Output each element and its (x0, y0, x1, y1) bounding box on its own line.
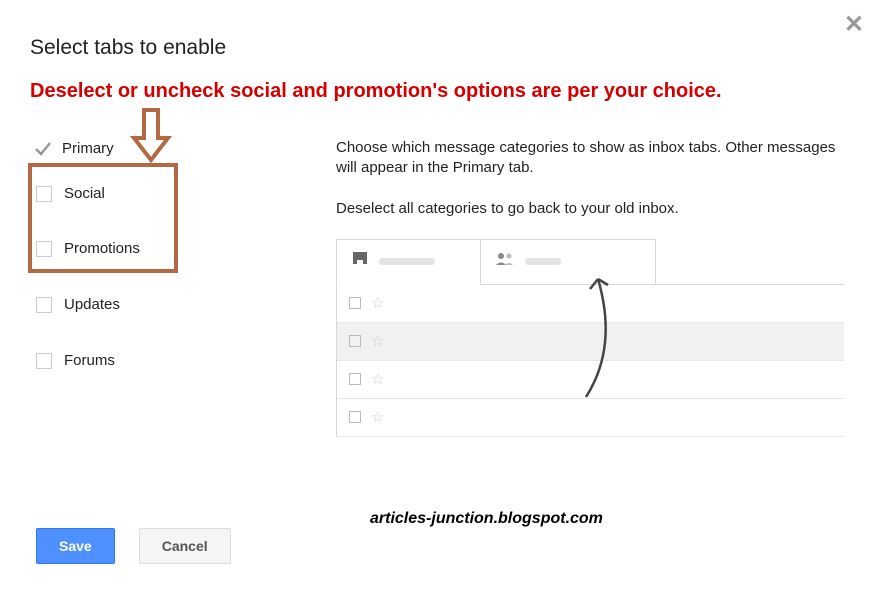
star-icon: ☆ (371, 294, 384, 312)
checkbox-updates[interactable] (36, 297, 52, 313)
inbox-icon (351, 250, 369, 273)
checkbox-icon (349, 411, 361, 423)
tab-label: Promotions (64, 240, 140, 257)
tab-option-forums[interactable]: Forums (36, 352, 115, 369)
tab-option-promotions[interactable]: Promotions (36, 240, 140, 257)
checkbox-promotions[interactable] (36, 241, 52, 257)
star-icon: ☆ (371, 370, 384, 388)
tab-option-social[interactable]: Social (36, 185, 105, 202)
tab-label: Social (64, 185, 105, 202)
people-icon (495, 251, 515, 272)
cancel-button[interactable]: Cancel (139, 528, 231, 564)
preview-tab-secondary (481, 239, 656, 285)
placeholder-line (379, 258, 435, 265)
preview-row: ☆ (337, 285, 844, 323)
checkmark-icon (36, 142, 50, 156)
preview-tab-primary (336, 239, 481, 285)
watermark-text: articles-junction.blogspot.com (370, 510, 603, 528)
checkbox-icon (349, 335, 361, 347)
checkbox-social[interactable] (36, 186, 52, 202)
tab-label: Updates (64, 296, 120, 313)
tab-option-updates[interactable]: Updates (36, 296, 120, 313)
checkbox-icon (349, 297, 361, 309)
placeholder-line (525, 258, 561, 265)
inbox-preview: ☆ ☆ ☆ ☆ (336, 239, 844, 449)
tab-option-primary: Primary (36, 140, 114, 157)
checkbox-icon (349, 373, 361, 385)
description-line-2: Deselect all categories to go back to yo… (336, 199, 846, 219)
preview-row: ☆ (337, 323, 844, 361)
dialog-title: Select tabs to enable (30, 36, 226, 60)
description-line-1: Choose which message categories to show … (336, 138, 846, 179)
checkbox-forums[interactable] (36, 353, 52, 369)
preview-row: ☆ (337, 361, 844, 399)
annotation-text: Deselect or uncheck social and promotion… (30, 80, 850, 103)
preview-row: ☆ (337, 399, 844, 437)
star-icon: ☆ (371, 408, 384, 426)
star-icon: ☆ (371, 332, 384, 350)
tab-label: Primary (62, 140, 114, 157)
arrow-down-icon (130, 108, 172, 164)
save-button[interactable]: Save (36, 528, 115, 564)
close-icon[interactable]: ✕ (844, 10, 864, 39)
right-pane: Choose which message categories to show … (336, 138, 846, 449)
tab-label: Forums (64, 352, 115, 369)
